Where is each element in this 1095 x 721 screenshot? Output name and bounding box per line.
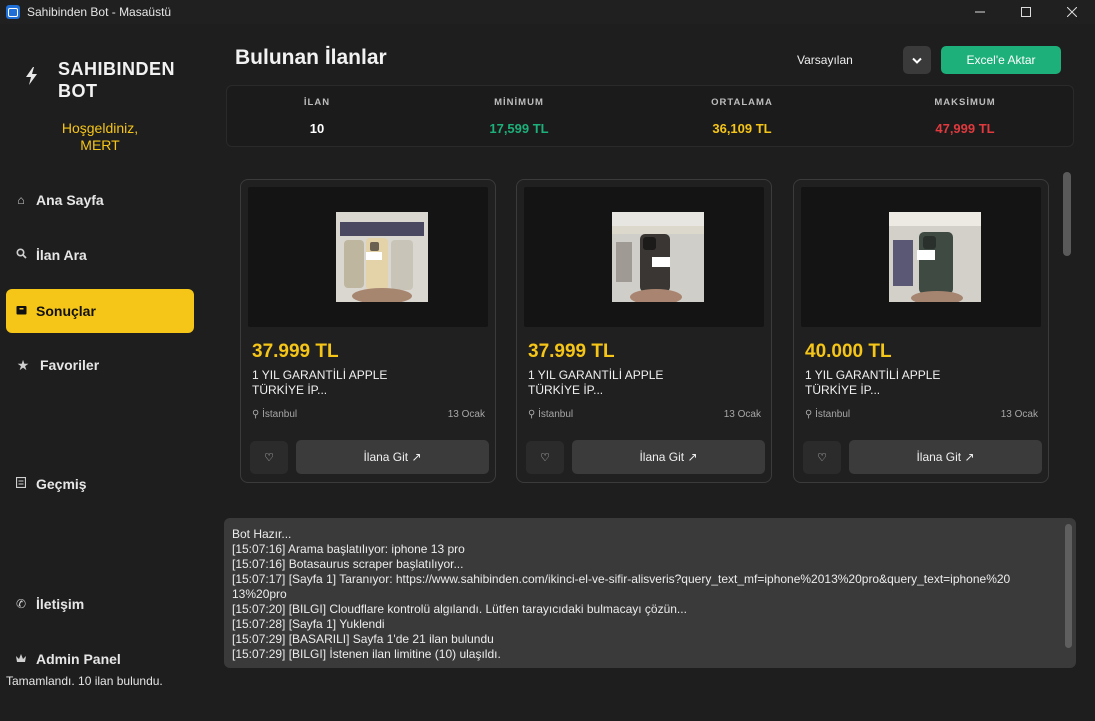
favorite-button[interactable]: ♡ [250,441,288,474]
heart-icon: ♡ [264,452,274,464]
listing-image[interactable] [248,187,488,327]
log-output: Bot Hazır... [15:07:16] Arama başlatılıy… [232,527,1060,662]
product-photo [889,212,981,302]
heart-icon: ♡ [540,452,550,464]
listing-location: ⚲ İstanbul [252,409,298,420]
listing-title[interactable]: 1 YIL GARANTİLİ APPLE TÜRKİYE İP... [528,368,758,398]
phone-icon: ✆ [15,597,27,611]
close-icon [1067,7,1077,17]
sidebar-item-ana-sayfa[interactable]: ⌂ Ana Sayfa [6,178,194,222]
listing-date: 13 Ocak [1000,409,1038,420]
window-title: Sahibinden Bot - Masaüstü [27,5,172,19]
minimize-button[interactable] [957,0,1003,24]
status-text: Tamamlandı. 10 ilan bulundu. [6,674,163,688]
go-to-listing-button[interactable]: İlana Git ↗ [849,440,1042,474]
box-icon [14,304,28,318]
listing-card: 37.999 TL 1 YIL GARANTİLİ APPLE TÜRKİYE … [516,179,772,483]
welcome-message: Hoşgeldiniz, MERT [61,120,139,153]
go-to-listing-button[interactable]: İlana Git ↗ [296,440,489,474]
sidebar-item-iletisim[interactable]: ✆ İletişim [6,582,194,626]
listing-image[interactable] [524,187,764,327]
close-button[interactable] [1049,0,1095,24]
log-line: [15:07:29] [BILGI] İstenen ilan limitine… [232,647,501,661]
home-icon: ⌂ [17,193,25,207]
sidebar-item-favoriler[interactable]: ★ Favoriler [6,343,194,387]
maximize-button[interactable] [1003,0,1049,24]
sidebar: SAHIBINDEN BOT Hoşgeldiniz, MERT ⌂ Ana S… [0,24,200,721]
listing-price: 40.000 TL [805,341,892,362]
listing-title[interactable]: 1 YIL GARANTİLİ APPLE TÜRKİYE İP... [252,368,482,398]
page-title: Bulunan İlanlar [235,46,387,69]
log-line: [15:07:16] Botasaurus scraper başlatılıy… [232,557,464,571]
sidebar-item-gecmis[interactable]: Geçmiş [6,462,194,506]
listing-card: 40.000 TL 1 YIL GARANTİLİ APPLE TÜRKİYE … [793,179,1049,483]
chevron-down-icon [912,57,922,64]
log-line: [15:07:29] [BASARILI] Sayfa 1'de 21 ilan… [232,632,494,646]
listing-price: 37.999 TL [252,341,339,362]
sidebar-item-sonuclar[interactable]: Sonuçlar [6,289,194,333]
sort-select-value[interactable]: Varsayılan [797,53,853,67]
maximize-icon [1021,7,1031,17]
stat-maximum: MAKSİMUM 47,999 TL [934,97,996,136]
results-grid: 37.999 TL 1 YIL GARANTİLİ APPLE TÜRKİYE … [226,160,1076,502]
listing-location: ⚲ İstanbul [805,409,851,420]
brand-name: SAHIBINDEN BOT [58,59,176,101]
listing-card: 37.999 TL 1 YIL GARANTİLİ APPLE TÜRKİYE … [240,179,496,483]
go-to-listing-button[interactable]: İlana Git ↗ [572,440,765,474]
log-line: 13%20pro [232,587,287,601]
log-line: [15:07:20] [BILGI] Cloudflare kontrolü a… [232,602,687,616]
search-icon [14,248,28,262]
location-pin-icon: ⚲ [805,409,813,420]
listing-price: 37.999 TL [528,341,615,362]
listing-date: 13 Ocak [723,409,761,420]
listing-date: 13 Ocak [447,409,485,420]
favorite-button[interactable]: ♡ [803,441,841,474]
minimize-icon [975,11,985,13]
app-icon [6,5,20,19]
log-line: [15:07:17] [Sayfa 1] Taranıyor: https://… [232,572,1011,586]
log-line: [15:07:16] Arama başlatılıyor: iphone 13… [232,542,465,556]
star-icon: ★ [16,356,30,373]
admin-icon [14,652,28,666]
log-scrollbar[interactable] [1065,524,1072,648]
stats-panel: İLAN 10 MİNİMUM 17,599 TL ORTALAMA 36,10… [226,85,1074,147]
history-icon [14,476,28,491]
location-pin-icon: ⚲ [252,409,260,420]
excel-export-button[interactable]: Excel'e Aktar [941,46,1061,74]
heart-icon: ♡ [817,452,827,464]
stat-count: İLAN 10 [303,97,331,136]
product-photo [336,212,428,302]
product-photo [612,212,704,302]
favorite-button[interactable]: ♡ [526,441,564,474]
log-line: [15:07:28] [Sayfa 1] Yuklendi [232,617,385,631]
results-scrollbar[interactable] [1063,172,1071,256]
stat-minimum: MİNİMUM 17,599 TL [489,97,549,136]
brand: SAHIBINDEN BOT [22,58,175,102]
sidebar-item-ilan-ara[interactable]: İlan Ara [6,233,194,277]
listing-image[interactable] [801,187,1041,327]
stat-average: ORTALAMA 36,109 TL [711,97,773,136]
listing-title[interactable]: 1 YIL GARANTİLİ APPLE TÜRKİYE İP... [805,368,1035,398]
location-pin-icon: ⚲ [528,409,536,420]
log-line: Bot Hazır... [232,527,292,541]
listing-location: ⚲ İstanbul [528,409,574,420]
sort-dropdown-button[interactable] [903,46,931,74]
lightning-icon [26,67,37,85]
log-panel[interactable]: Bot Hazır... [15:07:16] Arama başlatılıy… [224,518,1076,668]
title-bar: Sahibinden Bot - Masaüstü [0,0,1095,24]
